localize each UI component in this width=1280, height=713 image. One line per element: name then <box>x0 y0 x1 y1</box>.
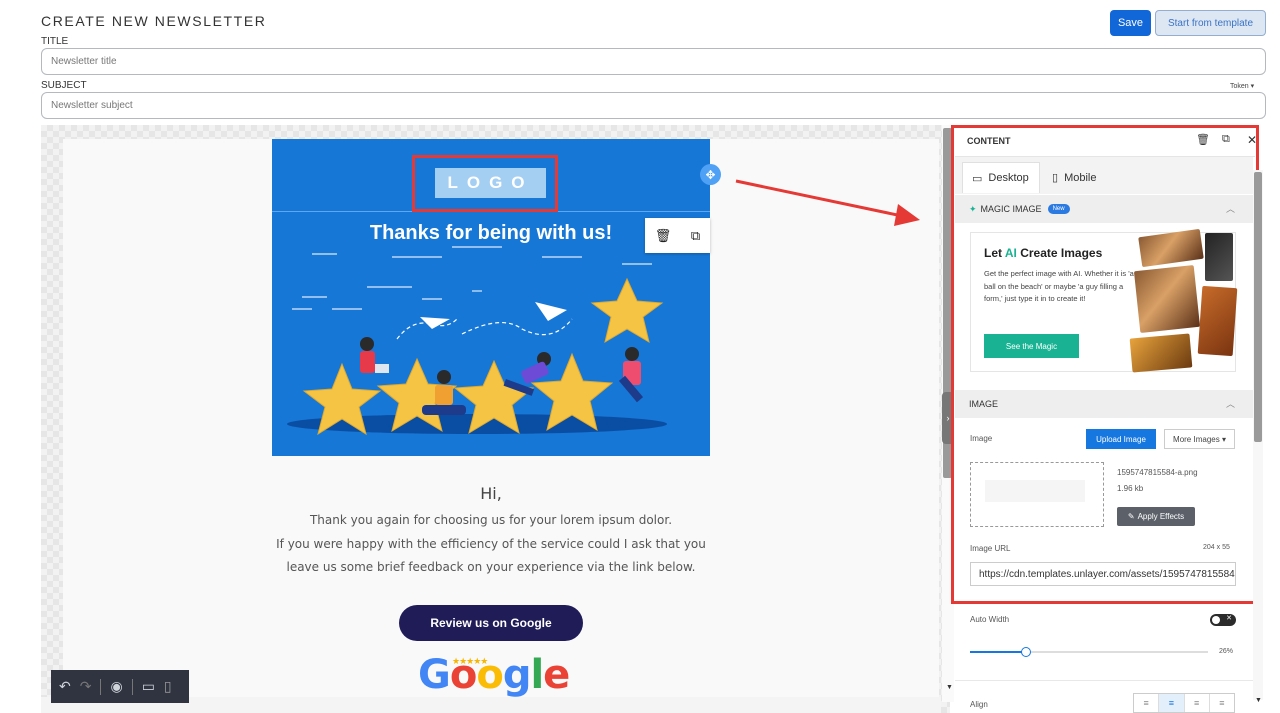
google-rating-stars: ★★★★★ <box>452 656 488 666</box>
auto-width-label: Auto Width <box>970 615 1010 624</box>
width-slider-handle[interactable] <box>1021 647 1031 657</box>
newsletter-subject-input[interactable]: Newsletter subject <box>41 92 1266 119</box>
panel-scroll-thumb[interactable] <box>1254 172 1262 442</box>
preview-eye-icon[interactable]: ◉ <box>110 678 122 695</box>
align-button-group: ≡ ≡ ≡ ≡ <box>1133 693 1235 713</box>
align-label: Align <box>970 700 988 709</box>
subject-field-label: SUBJECT <box>41 80 87 91</box>
move-handle-icon[interactable]: ✥ <box>700 164 721 185</box>
newsletter-title-input[interactable]: Newsletter title <box>41 48 1266 75</box>
undo-icon[interactable]: ↶ <box>59 678 71 695</box>
google-logo-image[interactable]: Google <box>418 652 570 698</box>
scroll-down-icon[interactable]: ▼ <box>946 684 953 691</box>
annotation-arrow <box>735 179 920 226</box>
align-center-icon[interactable]: ≡ <box>1159 694 1185 712</box>
redo-icon[interactable]: ↷ <box>80 678 92 695</box>
title-field-label: TITLE <box>41 36 69 47</box>
align-left-icon[interactable]: ≡ <box>1134 694 1160 712</box>
divider <box>955 680 1253 681</box>
save-button[interactable]: Save <box>1110 10 1151 36</box>
delete-icon[interactable]: 🗑 <box>655 228 672 244</box>
history-toolbar: ↶ ↷ ◉ ▭ ▯ <box>51 670 189 703</box>
block-toolbar: 🗑 ⧉ <box>645 218 710 253</box>
body-line-1[interactable]: Thank you again for choosing us for your… <box>272 513 710 527</box>
align-right-icon[interactable]: ≡ <box>1185 694 1210 712</box>
desktop-view-icon[interactable]: ▭ <box>142 678 155 695</box>
auto-width-toggle[interactable]: ✕ <box>1210 614 1236 626</box>
mobile-view-icon[interactable]: ▯ <box>164 678 172 695</box>
body-line-3[interactable]: leave us some brief feedback on your exp… <box>272 560 710 574</box>
selected-logo-highlight <box>412 155 558 212</box>
duplicate-icon[interactable]: ⧉ <box>691 228 700 244</box>
body-line-2[interactable]: If you were happy with the efficiency of… <box>272 537 710 551</box>
review-us-on-google-button[interactable]: Review us on Google <box>399 605 583 641</box>
greeting-text[interactable]: Hi, <box>272 484 710 503</box>
width-percent-value: 26% <box>1219 648 1234 655</box>
page-title: CREATE NEW NEWSLETTER <box>41 13 267 29</box>
panel-scroll-down-icon[interactable]: ▼ <box>1255 697 1262 704</box>
align-justify-icon[interactable]: ≡ <box>1210 694 1234 712</box>
selected-panel-highlight <box>951 125 1259 604</box>
token-dropdown[interactable]: Token ▾ <box>1230 82 1254 90</box>
width-slider-fill <box>970 651 1026 653</box>
start-from-template-button[interactable]: Start from template <box>1155 10 1266 36</box>
